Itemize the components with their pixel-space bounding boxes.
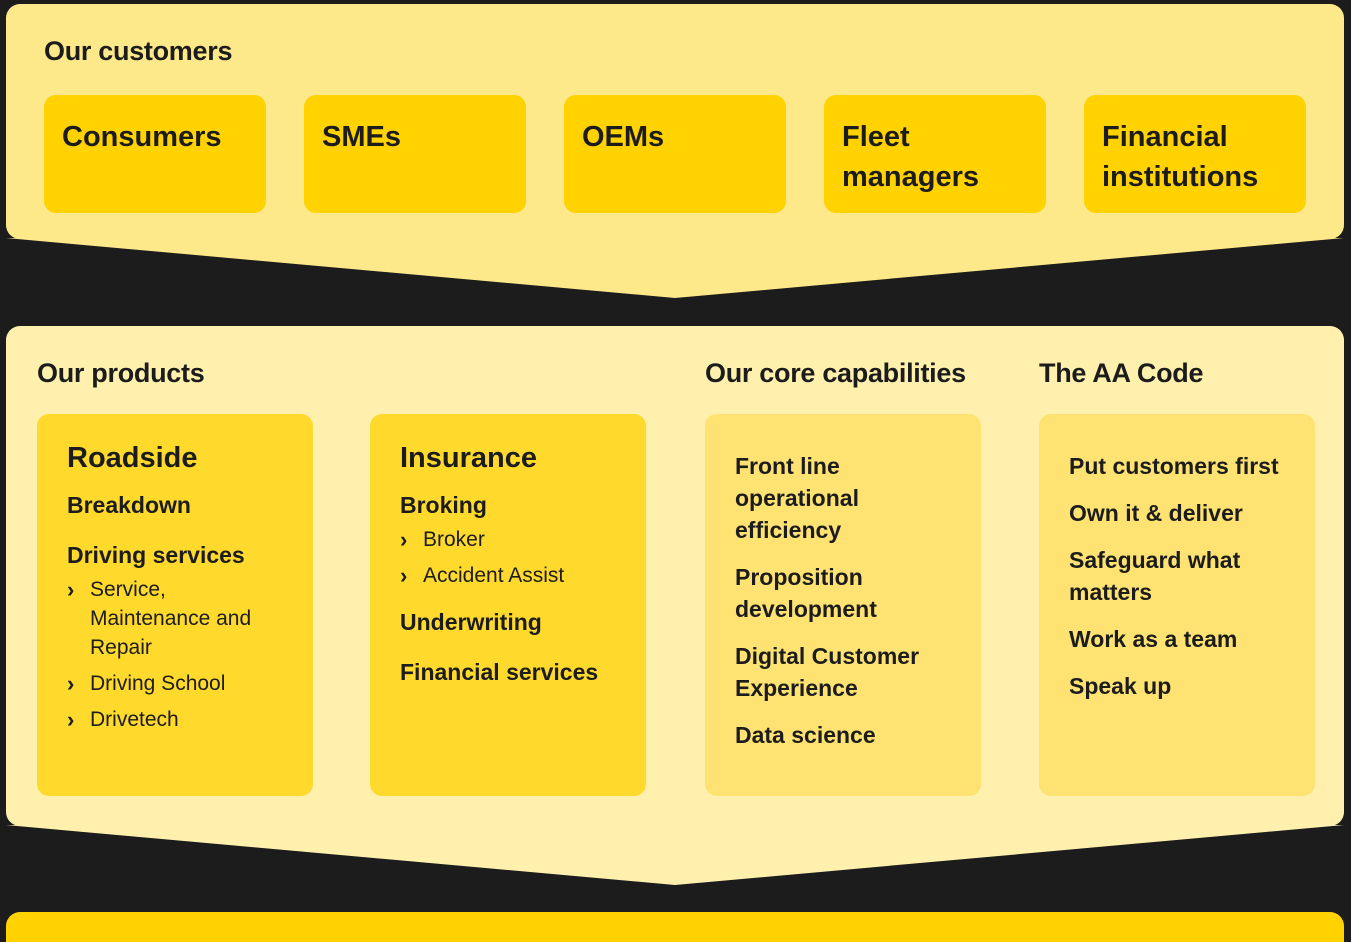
capabilities-card: Front line operational efficiency Propos…: [705, 414, 981, 796]
chevron-right-icon: ›: [67, 671, 75, 696]
capability-item: Front line operational efficiency: [735, 453, 859, 543]
products-capabilities-panel: Our products Our core capabilities The A…: [6, 326, 1344, 826]
chevron-right-icon: ›: [400, 563, 408, 588]
customer-card-financial-institutions: Financial institutions: [1084, 95, 1306, 213]
roadside-card: Roadside Breakdown Driving services › Ser…: [37, 414, 313, 796]
customers-title: Our customers: [44, 36, 233, 66]
customer-card-fleet-managers: Fleet managers: [824, 95, 1046, 213]
driving-services-list: › Service, Maintenance and Repair › Drivin…: [67, 575, 283, 734]
products-title: Our products: [37, 358, 205, 388]
customer-card-consumers: Consumers: [44, 95, 266, 213]
broking-list: › Broker › Accident Assist: [400, 525, 616, 590]
roadside-heading: Roadside: [67, 442, 198, 474]
chevron-right-icon: ›: [400, 527, 408, 552]
list-item: › Broker: [400, 527, 485, 552]
breakdown-label: Breakdown: [67, 492, 191, 518]
capabilities-title: Our core capabilities: [705, 358, 966, 388]
chevron-right-icon: ›: [67, 577, 75, 602]
broking-label: Broking: [400, 492, 487, 518]
list-item: › Accident Assist: [400, 563, 565, 588]
list-item: › Driving School: [67, 671, 226, 696]
aa-code-item: Speak up: [1069, 673, 1172, 699]
customers-panel: Our customers Consumers SMEs OEMs Fleet …: [6, 4, 1344, 239]
list-item: › Service, Maintenance and Repair: [67, 577, 252, 659]
driving-services-label: Driving services: [67, 542, 245, 568]
customer-card-smes: SMEs: [304, 95, 526, 213]
chevron-right-icon: ›: [67, 707, 75, 732]
aa-code-item: Safeguard what matters: [1069, 547, 1241, 605]
insurance-heading: Insurance: [400, 442, 537, 474]
insurance-card: Insurance Broking › Broker › Accident Assi…: [370, 414, 646, 796]
flow-arrow-down: [6, 825, 1344, 885]
financial-services-label: Financial services: [400, 659, 599, 685]
customer-card-oems: OEMs: [564, 95, 786, 213]
underwriting-label: Underwriting: [400, 609, 542, 635]
capability-item: Data science: [735, 722, 876, 748]
aa-code-item: Work as a team: [1069, 626, 1238, 652]
list-item: › Drivetech: [67, 707, 179, 732]
capability-item: Digital Customer Experience: [735, 643, 920, 701]
aa-code-title: The AA Code: [1039, 358, 1204, 388]
aa-code-item: Put customers first: [1069, 453, 1279, 479]
aa-code-card: Put customers first Own it & deliver Saf…: [1039, 414, 1315, 796]
flow-arrow-down: [6, 238, 1344, 298]
aa-code-item: Own it & deliver: [1069, 500, 1243, 526]
outcome-panel: [6, 912, 1344, 942]
capability-item: Proposition development: [735, 564, 877, 622]
